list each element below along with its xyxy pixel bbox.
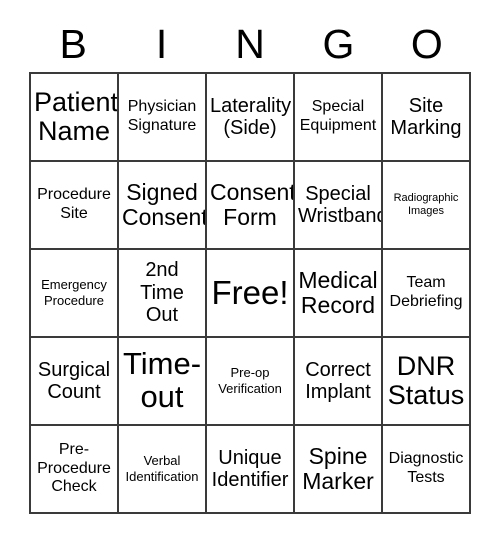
bingo-cell-free-space[interactable]: Free!: [207, 250, 295, 338]
bingo-cell-label: Site Marking: [390, 94, 462, 139]
bingo-cell-r2c3[interactable]: Consent Form: [207, 162, 295, 250]
bingo-cell-label: Signed Consent: [122, 178, 207, 230]
header-letter-o: O: [410, 20, 443, 67]
bingo-cell-r4c3[interactable]: Pre-op Verification: [207, 338, 295, 426]
bingo-cell-r5c4[interactable]: Spine Marker: [295, 426, 383, 514]
header-letter-n: N: [235, 20, 265, 67]
bingo-cell-r3c2[interactable]: 2nd Time Out: [119, 250, 207, 338]
bingo-cell-r1c2[interactable]: Physician Signature: [119, 74, 207, 162]
bingo-cell-label: Consent Form: [210, 178, 295, 230]
bingo-cell-label: Unique Identifier: [211, 446, 289, 491]
bingo-header-row: B I N G O: [29, 16, 471, 72]
bingo-cell-label: Procedure Site: [37, 186, 111, 222]
bingo-cell-r3c1[interactable]: Emergency Procedure: [31, 250, 119, 338]
bingo-cell-r5c2[interactable]: Verbal Identification: [119, 426, 207, 514]
bingo-cell-label: DNR Status: [387, 350, 465, 410]
bingo-cell-r4c2[interactable]: Time-out: [119, 338, 207, 426]
bingo-cell-r4c5[interactable]: DNR Status: [383, 338, 471, 426]
bingo-cell-label: Diagnostic Tests: [388, 450, 464, 486]
bingo-cell-label: Laterality (Side): [210, 94, 292, 139]
bingo-cell-label: Medical Record: [298, 266, 378, 318]
bingo-cell-label: Team Debriefing: [389, 274, 463, 310]
bingo-cell-label: Pre-Procedure Check: [37, 441, 111, 496]
bingo-cell-r1c5[interactable]: Site Marking: [383, 74, 471, 162]
header-letter-b: B: [59, 20, 87, 67]
bingo-grid: Patient Name Physician Signature Lateral…: [29, 72, 471, 514]
bingo-cell-r5c5[interactable]: Diagnostic Tests: [383, 426, 471, 514]
bingo-cell-label: 2nd Time Out: [140, 259, 184, 327]
bingo-cell-label: Surgical Count: [37, 358, 111, 403]
bingo-cell-r2c4[interactable]: Special Wristband: [295, 162, 383, 250]
header-letter-i: I: [155, 20, 168, 67]
bingo-cell-r1c3[interactable]: Laterality (Side): [207, 74, 295, 162]
bingo-cell-label: Physician Signature: [127, 98, 197, 134]
bingo-cell-r4c4[interactable]: Correct Implant: [295, 338, 383, 426]
bingo-cell-r2c5[interactable]: Radiographic Images: [383, 162, 471, 250]
bingo-cell-label: Correct Implant: [305, 358, 371, 403]
bingo-cell-r4c1[interactable]: Surgical Count: [31, 338, 119, 426]
free-space-label: Free!: [211, 273, 289, 311]
bingo-cell-label: Emergency Procedure: [41, 277, 107, 308]
bingo-cell-label: Pre-op Verification: [218, 365, 282, 396]
bingo-cell-label: Time-out: [122, 346, 202, 414]
bingo-cell-r2c1[interactable]: Procedure Site: [31, 162, 119, 250]
bingo-cell-label: Radiographic Images: [393, 191, 459, 217]
bingo-cell-label: Spine Marker: [302, 442, 374, 494]
bingo-cell-r3c4[interactable]: Medical Record: [295, 250, 383, 338]
bingo-cell-r1c4[interactable]: Special Equipment: [295, 74, 383, 162]
bingo-cell-label: Patient Name: [34, 86, 119, 146]
bingo-cell-label: Special Wristband: [298, 182, 383, 227]
bingo-cell-label: Special Equipment: [299, 98, 377, 134]
bingo-card: B I N G O Patient Name Physician Signatu…: [0, 0, 500, 544]
bingo-cell-r5c1[interactable]: Pre-Procedure Check: [31, 426, 119, 514]
bingo-cell-r5c3[interactable]: Unique Identifier: [207, 426, 295, 514]
bingo-cell-label: Verbal Identification: [125, 453, 199, 484]
bingo-cell-r3c5[interactable]: Team Debriefing: [383, 250, 471, 338]
bingo-cell-r1c1[interactable]: Patient Name: [31, 74, 119, 162]
header-letter-g: G: [322, 20, 355, 67]
bingo-cell-r2c2[interactable]: Signed Consent: [119, 162, 207, 250]
